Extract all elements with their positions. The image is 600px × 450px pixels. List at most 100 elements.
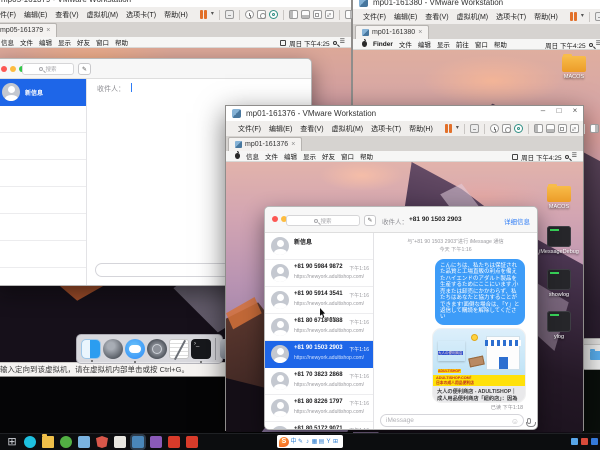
- message-input[interactable]: iMessage ☺: [380, 414, 524, 427]
- menu-item[interactable]: 选项卡(T): [367, 124, 405, 134]
- vmware-workstation-icon[interactable]: [132, 436, 144, 448]
- vm-tab[interactable]: mp05-161379: [0, 23, 57, 37]
- menu-item[interactable]: 查看(V): [51, 10, 82, 20]
- red-app-icon-1[interactable]: [168, 436, 180, 448]
- file-explorer-icon[interactable]: [42, 436, 54, 448]
- sogou-logo-icon[interactable]: S: [279, 437, 289, 447]
- mac-menu-item[interactable]: 信息: [243, 151, 262, 161]
- soft-keyboard-icon[interactable]: ▦: [311, 436, 318, 448]
- manage-snapshots-icon[interactable]: [514, 124, 523, 133]
- maximize-button[interactable]: □: [551, 106, 567, 121]
- menu-item[interactable]: 编辑(E): [20, 10, 51, 20]
- conversation-row[interactable]: +81 90 1503 2903下午1:16https://newyork.ad…: [265, 341, 373, 368]
- notes-app-icon[interactable]: [114, 436, 126, 448]
- menu-item[interactable]: 帮助(H): [405, 124, 437, 134]
- link-preview-card[interactable]: 大人の便利商店 ADULTISHOP ADULTISHOP.COM！ 日本の成人…: [433, 329, 525, 402]
- mac-menu-item[interactable]: Finder: [370, 41, 396, 48]
- red-app-icon-2[interactable]: [186, 436, 198, 448]
- mac-menu-item[interactable]: 好友: [319, 151, 338, 161]
- finder-window-fragment[interactable]: [582, 338, 600, 370]
- suspend-button[interactable]: [570, 12, 578, 21]
- minimize-button[interactable]: –: [303, 0, 319, 7]
- edge-icon[interactable]: [24, 436, 36, 448]
- conversation-row[interactable]: +81 80 8226 1797下午1:16https://newyork.ad…: [265, 395, 373, 422]
- conversation-row[interactable]: +81 80 5172 9071下午1:16: [265, 422, 373, 430]
- tab-close-icon[interactable]: [291, 141, 295, 148]
- messages-dock-icon[interactable]: [125, 339, 145, 359]
- menu-item[interactable]: 编辑(E): [265, 124, 296, 134]
- close-traffic-light[interactable]: [272, 216, 278, 222]
- conversation-row[interactable]: +81 90 5914 3541下午1:16https://newyork.ad…: [265, 287, 373, 314]
- terminal-window-fragment[interactable]: [582, 370, 600, 433]
- toolbox-icon[interactable]: ⊞: [332, 436, 339, 448]
- finder-dock-icon[interactable]: [81, 339, 101, 359]
- security-shield-icon[interactable]: [96, 436, 108, 448]
- mac-menu-item[interactable]: 编辑: [36, 37, 55, 47]
- menu-item[interactable]: 文件(F): [0, 10, 20, 20]
- mac-menu-item[interactable]: 文件: [262, 151, 281, 161]
- mac-menu-item[interactable]: 编辑: [415, 39, 434, 49]
- menu-item[interactable]: 选项卡(T): [122, 10, 160, 20]
- terminal-dock-icon[interactable]: [191, 339, 211, 359]
- mac-menu-item[interactable]: 窗口: [472, 39, 491, 49]
- menu-item[interactable]: 文件(F): [234, 124, 265, 134]
- desktop-icon-imessagedebug[interactable]: iMessageDebug: [534, 226, 583, 255]
- suspend-dropdown[interactable]: ▾: [581, 12, 584, 21]
- menu-item[interactable]: 编辑(E): [390, 12, 421, 22]
- menu-item[interactable]: 选项卡(T): [492, 12, 530, 22]
- microphone-icon[interactable]: [527, 418, 531, 424]
- left-window-titlebar[interactable]: mp05-161379 - VMware Workstation – □ ×: [0, 0, 351, 7]
- mac-menu-item[interactable]: 信息: [0, 37, 17, 47]
- tab-close-icon[interactable]: [46, 27, 50, 34]
- dictionary-icon[interactable]: ▤: [318, 436, 325, 448]
- conversation-row[interactable]: +81 90 5984 9872下午1:16https://newyork.ad…: [265, 260, 373, 287]
- send-ctrl-alt-del-icon[interactable]: [225, 10, 234, 19]
- close-button[interactable]: ×: [335, 0, 351, 7]
- mac-menu-item[interactable]: 文件: [396, 39, 415, 49]
- voice-input-icon[interactable]: ♪: [304, 436, 311, 448]
- menu-item[interactable]: 虚拟机(M): [83, 10, 123, 20]
- conversation-row[interactable]: 新信息: [265, 233, 373, 260]
- to-field-value[interactable]: +81 90 1503 2903: [409, 216, 462, 223]
- fullscreen-icon[interactable]: [313, 10, 322, 19]
- menu-item[interactable]: 查看(V): [421, 12, 452, 22]
- desktop-icon-showlog[interactable]: showlog: [534, 269, 583, 298]
- mac-menu-item[interactable]: 帮助: [112, 37, 131, 47]
- system-preferences-dock-icon[interactable]: [147, 339, 167, 359]
- send-ctrl-alt-del-icon[interactable]: [595, 12, 600, 21]
- manage-snapshots-icon[interactable]: [269, 10, 278, 19]
- unity-icon[interactable]: [325, 10, 334, 19]
- handwriting-icon[interactable]: ✎: [297, 436, 304, 448]
- vm-tab[interactable]: mp01-161376: [228, 137, 302, 151]
- tab-close-icon[interactable]: [418, 29, 422, 36]
- mac-menu-item[interactable]: 显示: [434, 39, 453, 49]
- menu-item[interactable]: 帮助(H): [160, 10, 192, 20]
- document-app-icon[interactable]: [78, 436, 90, 448]
- notification-center-icon[interactable]: ☰: [572, 151, 577, 162]
- maximize-button[interactable]: □: [319, 0, 335, 7]
- apple-menu-icon[interactable]: [235, 153, 240, 159]
- conversation-row[interactable]: +81 80 6718 3188下午1:16https://newyork.ad…: [265, 314, 373, 341]
- mac-menu-item[interactable]: 窗口: [93, 37, 112, 47]
- emoji-icon[interactable]: ☺: [511, 417, 519, 426]
- menu-item[interactable]: 文件(F): [359, 12, 390, 22]
- center-window-titlebar[interactable]: mp01-161376 - VMware Workstation – □ ×: [226, 106, 583, 121]
- mac-menu-item[interactable]: 帮助: [357, 151, 376, 161]
- defender-tray-icon[interactable]: [571, 438, 578, 445]
- search-input[interactable]: 搜索: [22, 63, 74, 75]
- spotlight-icon[interactable]: [589, 43, 593, 47]
- input-mode-icon[interactable]: 中: [290, 436, 297, 448]
- take-snapshot-icon[interactable]: [502, 124, 511, 133]
- display-menu-icon[interactable]: [512, 154, 518, 160]
- close-button[interactable]: ×: [567, 106, 583, 121]
- start-button[interactable]: ⊞: [6, 436, 18, 448]
- display-menu-icon[interactable]: [280, 40, 286, 46]
- red-tray-icon[interactable]: [581, 438, 588, 445]
- show-thumbnail-bar-icon[interactable]: [301, 10, 310, 19]
- menu-item[interactable]: 查看(V): [296, 124, 327, 134]
- fullscreen-icon[interactable]: [558, 124, 567, 133]
- spotlight-icon[interactable]: [565, 155, 569, 159]
- suspend-dropdown[interactable]: ▾: [456, 124, 459, 133]
- compose-button[interactable]: [78, 63, 91, 75]
- search-input[interactable]: 搜索: [286, 215, 360, 226]
